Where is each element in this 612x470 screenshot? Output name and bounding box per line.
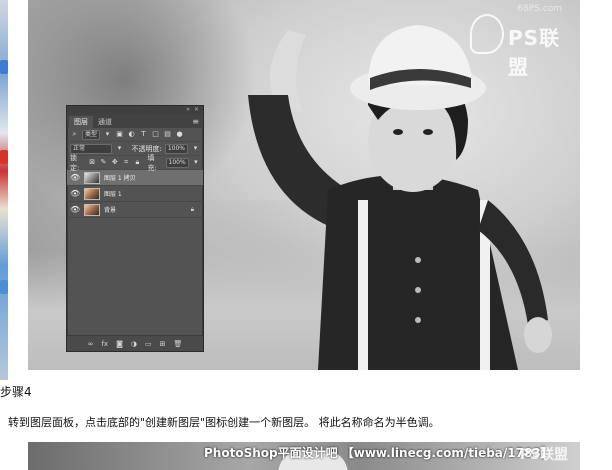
desktop-app-icon — [0, 60, 8, 74]
filter-pixel-icon[interactable]: ▣ — [115, 130, 124, 139]
collapse-icon[interactable]: » — [186, 106, 190, 114]
desktop-edge-strip — [0, 0, 8, 380]
lock-move-icon[interactable]: ✥ — [111, 158, 119, 167]
watermark-brand: PS联盟 — [508, 26, 561, 79]
new-group-icon[interactable]: ▭ — [145, 340, 152, 348]
filter-type-icon[interactable]: T — [139, 130, 148, 139]
layer-row[interactable]: 👁︎ 图层 1 拷贝 — [67, 170, 203, 186]
opacity-field[interactable]: 100% — [164, 143, 188, 154]
desktop-app-icon — [0, 150, 8, 164]
add-mask-icon[interactable]: ◙ — [116, 340, 123, 348]
lock-brush-icon[interactable]: ✎ — [99, 158, 107, 167]
eye-icon[interactable]: 👁︎ — [70, 189, 80, 198]
lock-artboard-icon[interactable]: ⌗ — [122, 158, 130, 167]
fill-label: 填充: — [147, 153, 157, 172]
layer-name: 图层 1 — [104, 191, 122, 198]
lock-row: 锁定: ⊠ ✎ ✥ ⌗ 🔒︎ 填充: 100% ▾ — [67, 153, 203, 172]
watermark: 68PS.com PS联盟 — [470, 4, 570, 79]
lock-icon: 🔒︎ — [190, 205, 194, 213]
tab-layers[interactable]: 图层 — [69, 116, 93, 128]
delete-layer-icon[interactable]: 🗑︎ — [173, 340, 182, 348]
panel-menu-icon[interactable]: ≡ — [192, 117, 199, 126]
eye-icon[interactable]: 👁︎ — [70, 205, 80, 214]
watermark-logo-icon — [470, 14, 504, 54]
new-layer-icon[interactable]: ⊞ — [160, 340, 166, 348]
desktop-app-icon — [0, 280, 8, 294]
next-tutorial-photo: PhotoShop平面设计吧 【www.linecg.com/tieba/178… — [28, 442, 580, 470]
layer-row[interactable]: 👁︎ 背景 🔒︎ — [67, 202, 203, 218]
layer-name: 背景 — [104, 207, 117, 214]
layer-thumbnail — [84, 171, 100, 184]
fill-field[interactable]: 100% — [165, 157, 189, 168]
tab-channels[interactable]: 通道 — [93, 116, 117, 128]
search-icon: ⌕ — [72, 130, 77, 138]
filter-toggle-icon[interactable]: ● — [175, 130, 184, 139]
close-icon[interactable]: × — [194, 106, 199, 114]
forum-banner: PhotoShop平面设计吧 【www.linecg.com/tieba/178… — [204, 446, 553, 460]
step-instruction: 转到图层面板，点击底部的"创建新图层"图标创建一个新图层。 将此名称命名为半色调… — [8, 416, 440, 429]
lock-all-icon[interactable]: 🔒︎ — [133, 158, 141, 167]
step-title: 步骤4 — [0, 385, 32, 399]
chevron-down-icon[interactable]: ▾ — [191, 144, 200, 153]
watermark-site: 68PS.com — [517, 4, 562, 14]
lock-transparent-icon[interactable]: ⊠ — [88, 158, 96, 167]
blend-row: 正常 ▾ 不透明度: 100% ▾ — [67, 142, 203, 156]
layer-row[interactable]: 👁︎ 图层 1 — [67, 186, 203, 202]
layer-thumbnail — [84, 203, 100, 216]
filter-shape-icon[interactable]: □ — [151, 130, 160, 139]
chevron-down-icon[interactable]: ▾ — [192, 158, 200, 167]
panel-titlebar[interactable]: » × — [67, 106, 203, 114]
adjustment-layer-icon[interactable]: ◑ — [131, 340, 137, 348]
eye-icon[interactable]: 👁︎ — [70, 173, 80, 182]
layer-style-icon[interactable]: fx — [101, 340, 108, 348]
layer-thumbnail — [84, 187, 100, 200]
chevron-down-icon[interactable]: ▾ — [103, 130, 112, 139]
link-layers-icon[interactable]: ∞ — [88, 340, 94, 348]
filter-adjustment-icon[interactable]: ◐ — [127, 130, 136, 139]
panel-tabs: 图层 通道 ≡ — [67, 114, 203, 128]
watermark-brand: PS联盟 — [519, 447, 568, 463]
filter-smart-icon[interactable]: ▤ — [163, 130, 172, 139]
filter-kind-select[interactable]: 类型 — [82, 129, 101, 140]
chevron-down-icon[interactable]: ▾ — [115, 144, 124, 153]
panel-footer: ∞ fx ◙ ◑ ▭ ⊞ 🗑︎ — [67, 335, 203, 351]
layers-panel: » × 图层 通道 ≡ ⌕ 类型 ▾ ▣ ◐ T □ ▤ ● 正常 ▾ 不透明度… — [66, 105, 204, 352]
filter-row: ⌕ 类型 ▾ ▣ ◐ T □ ▤ ● — [67, 128, 203, 142]
layer-name: 图层 1 拷贝 — [104, 175, 136, 182]
lock-label: 锁定: — [70, 153, 80, 172]
